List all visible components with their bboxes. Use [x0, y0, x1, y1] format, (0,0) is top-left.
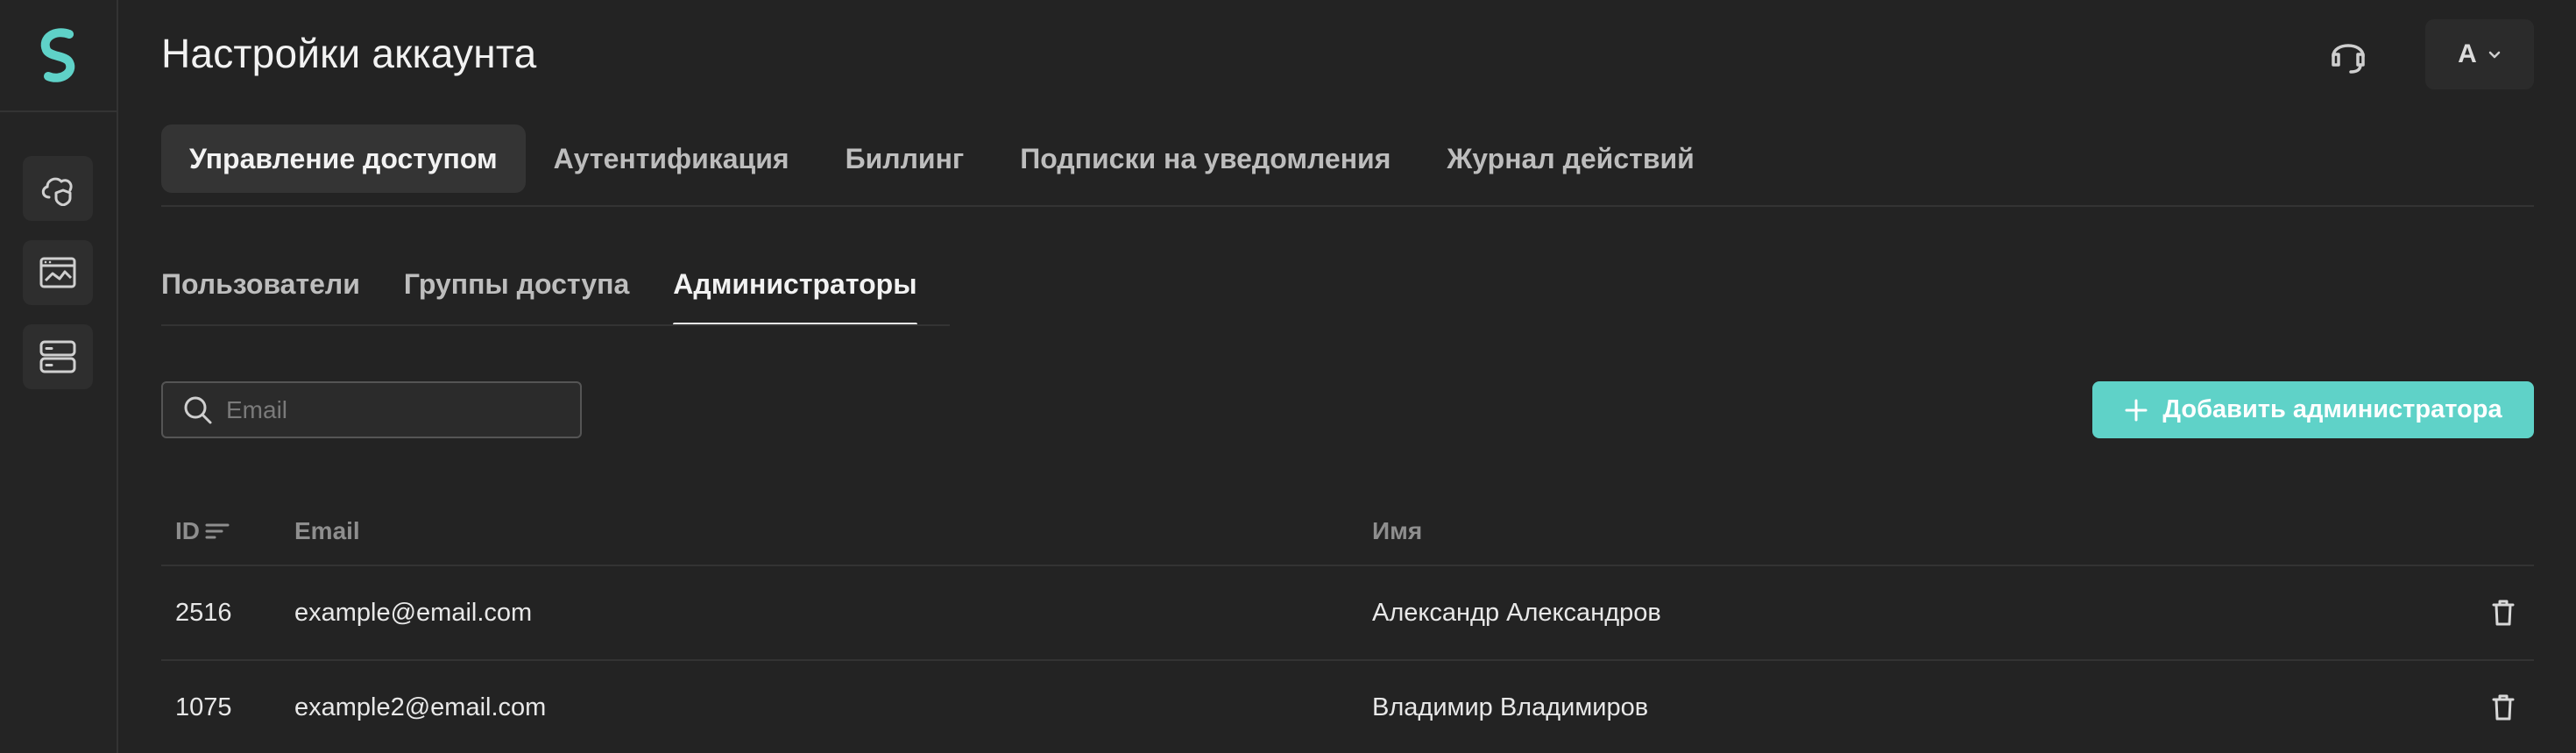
column-header-name: Имя	[1372, 517, 1423, 544]
sidebar	[0, 0, 118, 753]
sort-icon	[205, 523, 230, 539]
app-logo[interactable]	[0, 0, 117, 112]
add-administrator-button[interactable]: Добавить администратора	[2092, 381, 2534, 438]
delete-button[interactable]	[2473, 693, 2534, 721]
subtab-access-groups[interactable]: Группы доступа	[404, 263, 629, 326]
cell-id: 1075	[175, 693, 232, 721]
plus-icon	[2125, 399, 2148, 421]
tabs-divider	[161, 205, 2534, 207]
sidebar-item-cloud-security[interactable]	[23, 156, 93, 221]
cell-email: example@email.com	[294, 598, 533, 627]
support-button[interactable]	[2324, 30, 2373, 79]
search-input[interactable]	[226, 395, 559, 424]
cell-id: 2516	[175, 598, 232, 627]
add-administrator-label: Добавить администратора	[2162, 395, 2502, 423]
account-menu-button[interactable]: A	[2425, 19, 2534, 89]
table-row: 1075 example2@email.com Владимир Владими…	[161, 661, 2534, 753]
account-initial: A	[2458, 39, 2477, 68]
trash-icon	[2492, 694, 2515, 721]
delete-button[interactable]	[2473, 599, 2534, 627]
search-icon	[184, 396, 212, 423]
cell-email: example2@email.com	[294, 693, 547, 721]
page-title: Настройки аккаунта	[161, 31, 537, 76]
trash-icon	[2492, 600, 2515, 626]
tab-access-management[interactable]: Управление доступом	[161, 124, 526, 193]
table-row: 2516 example@email.com Александр Алексан…	[161, 566, 2534, 661]
tab-billing[interactable]: Биллинг	[817, 124, 993, 193]
subtab-administrators[interactable]: Администраторы	[673, 263, 917, 326]
column-id-label: ID	[175, 517, 200, 544]
sidebar-item-servers[interactable]	[23, 324, 93, 389]
column-header-id[interactable]: ID	[161, 517, 286, 545]
cloud-shield-icon	[41, 177, 73, 206]
logo-icon	[40, 28, 74, 82]
tab-activity-log[interactable]: Журнал действий	[1419, 124, 1722, 193]
table-header: ID Email Имя	[161, 498, 2534, 566]
server-icon	[39, 340, 76, 373]
search-box	[161, 381, 582, 438]
sidebar-item-dashboard[interactable]	[23, 240, 93, 305]
column-header-email: Email	[294, 517, 360, 544]
tab-authentication[interactable]: Аутентификация	[526, 124, 817, 193]
dashboard-image-icon	[39, 257, 76, 288]
main-tabs: Управление доступом Аутентификация Билли…	[161, 124, 1723, 193]
sub-tabs: Пользователи Группы доступа Администрато…	[161, 263, 917, 326]
chevron-down-icon	[2488, 51, 2501, 59]
tab-notification-subscriptions[interactable]: Подписки на уведомления	[992, 124, 1419, 193]
administrators-table: ID Email Имя 2516 example@email.com Алек…	[161, 498, 2534, 753]
subtab-users[interactable]: Пользователи	[161, 263, 360, 326]
cell-name: Александр Александров	[1372, 598, 1661, 627]
headset-icon	[2332, 44, 2365, 74]
cell-name: Владимир Владимиров	[1372, 693, 1649, 721]
subtabs-divider	[161, 324, 950, 326]
